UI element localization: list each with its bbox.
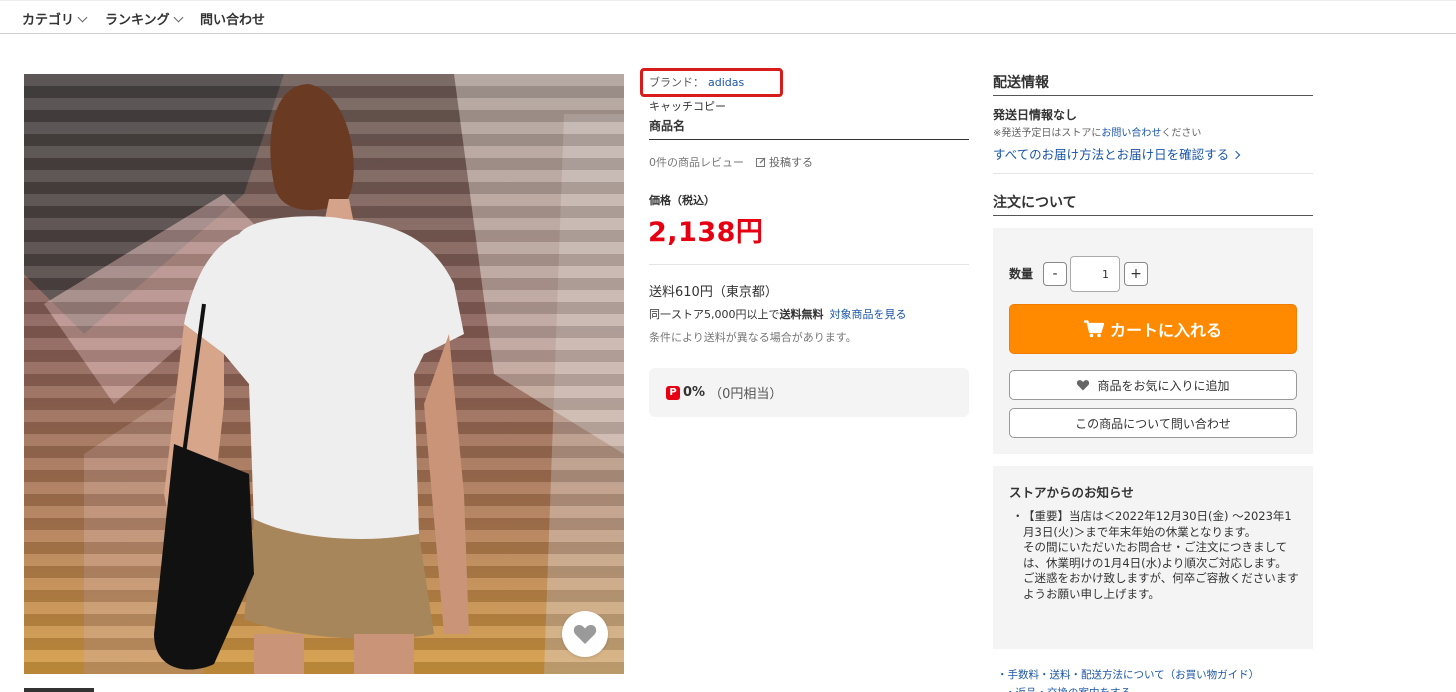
nav-category[interactable]: カテゴリ <box>22 9 88 28</box>
thumbnail-strip[interactable] <box>24 688 94 692</box>
divider <box>649 139 969 140</box>
store-notice-title: ストアからのお知らせ <box>1009 485 1134 500</box>
all-delivery-methods-link[interactable]: すべてのお届け方法とお届け日を確認する <box>993 144 1241 163</box>
catch-copy: キャッチコピー <box>649 100 726 113</box>
post-review-link[interactable]: 投稿する <box>755 156 813 169</box>
paypay-point-icon: P <box>666 385 680 400</box>
delivery-title: 配送情報 <box>993 75 1049 91</box>
add-to-favorites-button[interactable]: 商品をお気に入りに追加 <box>1009 370 1297 400</box>
quantity-label: 数量 <box>1009 267 1034 281</box>
heart-icon <box>1077 380 1090 391</box>
add-to-cart-button[interactable]: カートに入れる <box>1009 304 1297 354</box>
post-review-label: 投稿する <box>769 156 813 169</box>
review-count[interactable]: 0件の商品レビュー <box>649 156 744 169</box>
ship-note-link[interactable]: お問い合わせ <box>1101 128 1161 139</box>
quantity-decrement-button[interactable]: - <box>1043 262 1067 286</box>
pencil-icon <box>755 157 765 167</box>
nav-ranking[interactable]: ランキング <box>105 9 184 28</box>
shipping-guide-link[interactable]: ・手数料・送料・配送方法について（お買い物ガイド） <box>997 667 1259 682</box>
chevron-down-icon <box>173 12 184 23</box>
product-inquiry-label: この商品について問い合わせ <box>1075 416 1231 431</box>
chevron-right-icon <box>1231 150 1241 160</box>
store-notice-body: ・ 【重要】当店は＜2022年12月30日(金) ～2023年1月3日(火)＞ま… <box>1009 509 1299 602</box>
divider <box>993 95 1313 96</box>
divider <box>649 264 969 265</box>
notice-line: 【重要】当店は＜2022年12月30日(金) ～2023年1月3日(火)＞まで年… <box>1023 509 1292 539</box>
nav-inquiry-label: 問い合わせ <box>200 13 266 28</box>
divider <box>993 215 1313 216</box>
notice-line: ご迷惑をおかけ致しますが、何卒ご容赦くださいますようお願い申し上げます。 <box>1023 571 1299 601</box>
nav-inquiry[interactable]: 問い合わせ <box>200 9 265 28</box>
shipping-fee: 送料610円（東京都） <box>649 285 778 300</box>
points-percent: 0% <box>683 385 706 400</box>
free-shipping-prefix: 同一ストア5,000円以上で <box>649 308 780 321</box>
price-label: 価格（税込） <box>649 194 715 207</box>
ship-note-suffix: ください <box>1161 128 1202 139</box>
top-nav: カテゴリ ランキング 問い合わせ <box>0 0 1456 34</box>
free-shipping-bold: 送料無料 <box>779 308 824 321</box>
product-inquiry-button[interactable]: この商品について問い合わせ <box>1009 408 1297 438</box>
free-shipping-link[interactable]: 対象商品を見る <box>830 308 907 321</box>
nav-category-label: カテゴリ <box>22 13 75 28</box>
notice-line: その間にいただいたお問合せ・ご注文につきましては、休業明けの1月4日(水)より順… <box>1023 540 1288 570</box>
ship-note: ※発送予定日はストアにお問い合わせください <box>993 124 1201 139</box>
review-row: 0件の商品レビュー 投稿する <box>649 154 813 170</box>
bullet: ・ <box>1012 509 1024 523</box>
quantity-increment-button[interactable]: + <box>1124 262 1148 286</box>
store-notice: ストアからのお知らせ ・ 【重要】当店は＜2022年12月30日(金) ～202… <box>993 466 1313 649</box>
add-to-favorites-label: 商品をお気に入りに追加 <box>1097 378 1230 393</box>
points-box: P 0% （0円相当） <box>649 368 969 417</box>
product-photo <box>24 74 624 674</box>
order-box: 数量 - + カートに入れる 商品をお気に入りに追加 この商品について問い合わせ <box>993 228 1313 454</box>
ship-date: 発送日情報なし <box>993 108 1078 122</box>
free-shipping-row: 同一ストア5,000円以上で送料無料 対象商品を見る <box>649 306 907 322</box>
favorite-heart-button[interactable] <box>562 611 608 657</box>
all-delivery-methods-label: すべてのお届け方法とお届け日を確認する <box>993 147 1230 162</box>
order-title: 注文について <box>993 195 1077 211</box>
product-name: 商品名 <box>649 119 686 133</box>
nav-ranking-label: ランキング <box>105 13 170 28</box>
add-to-cart-label: カートに入れる <box>1109 321 1222 340</box>
quantity-input[interactable] <box>1070 256 1120 292</box>
brand-highlight: ブランド： adidas <box>640 68 783 97</box>
product-image[interactable] <box>24 74 624 674</box>
brand-link[interactable]: adidas <box>708 76 744 89</box>
shipping-condition: 条件により送料が異なる場合があります。 <box>649 331 857 344</box>
divider <box>993 173 1313 174</box>
ship-note-prefix: ※発送予定日はストアに <box>993 128 1102 139</box>
points-equiv: （0円相当） <box>709 387 783 402</box>
brand-label: ブランド： <box>649 76 704 89</box>
return-guide-link[interactable]: ・返品・交換の案内をする <box>1005 685 1131 692</box>
heart-icon <box>573 624 597 644</box>
cart-icon <box>1083 320 1104 338</box>
price: 2,138円 <box>648 217 764 248</box>
chevron-down-icon <box>77 12 88 23</box>
